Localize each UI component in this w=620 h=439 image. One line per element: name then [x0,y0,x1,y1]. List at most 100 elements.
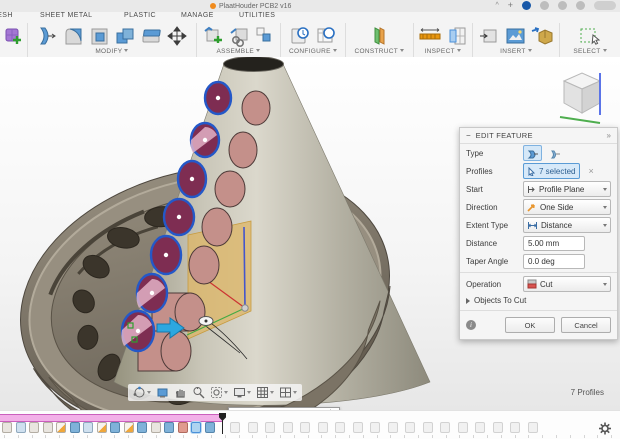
extension-icon[interactable] [558,1,567,10]
timeline-feature-icon[interactable] [110,422,120,433]
fit-button[interactable] [209,385,229,400]
timeline-feature-icon-suppressed[interactable] [510,422,520,433]
timeline-feature-icon-suppressed[interactable] [370,422,380,433]
construct-menu[interactable]: CONSTRUCT [354,48,404,56]
look-at-button[interactable] [155,385,170,400]
timeline-feature-icon[interactable] [83,422,93,433]
timeline-feature-icon[interactable] [56,422,66,433]
document-tab[interactable]: PlaatHouder PCB2 v16 [210,0,291,12]
timeline-feature-icon[interactable] [97,422,107,433]
timeline-feature-icon-suppressed[interactable] [528,422,538,433]
shell-icon[interactable] [88,25,110,47]
timeline-feature-icon-suppressed[interactable] [458,422,468,433]
extrude-solid-icon[interactable] [523,145,542,161]
select-menu[interactable]: SELECT [573,48,606,56]
timeline-feature-icon-suppressed[interactable] [300,422,310,433]
configure-menu[interactable]: CONFIGURE [289,48,337,56]
timeline-feature-icon-suppressed[interactable] [248,422,258,433]
insert-menu[interactable]: INSERT [500,48,532,56]
row-objects-to-cut[interactable]: Objects To Cut [460,293,617,308]
timeline-settings-gear-icon[interactable] [598,422,612,435]
clear-selection-icon[interactable]: × [588,166,593,176]
tab-utilities[interactable]: UTILITIES [239,12,275,19]
assemble-menu[interactable]: ASSEMBLE [217,48,260,56]
joint-icon[interactable] [229,25,251,47]
timeline-progress-bar[interactable] [0,414,223,422]
timeline-feature-icon[interactable] [137,422,147,433]
split-body-icon[interactable] [140,25,162,47]
timeline-feature-icon[interactable] [70,422,80,433]
avatar[interactable] [594,1,616,10]
decal-icon[interactable] [530,25,554,47]
display-settings-button[interactable] [232,385,252,400]
extrude-thin-icon[interactable] [545,145,564,161]
timeline-feature-icon-suppressed[interactable] [283,422,293,433]
timeline-feature-icon[interactable] [151,422,161,433]
timeline-feature-icon[interactable] [178,422,188,433]
timeline-feature-icon[interactable] [16,422,26,433]
construct-plane-icon[interactable] [368,25,390,47]
sketch-point-marker[interactable] [199,317,213,326]
expand-icon[interactable]: » [607,131,611,140]
timeline-feature-icon[interactable] [164,422,174,433]
timeline-feature-icon[interactable] [29,422,39,433]
create-mesh-icon[interactable] [4,26,24,46]
press-pull-icon[interactable] [36,25,58,47]
viewports-button[interactable] [278,385,298,400]
distance-field[interactable]: 5.00 mm [523,236,585,251]
operation-dropdown[interactable]: Cut [523,276,611,292]
tab-manage[interactable]: MANAGE [181,12,214,19]
timeline-feature-icon[interactable] [43,422,53,433]
timeline-feature-icon-suppressed[interactable] [265,422,275,433]
profile-icon[interactable] [540,1,549,10]
taper-angle-field[interactable]: 0.0 deg [523,254,585,269]
combine-icon[interactable] [114,25,136,47]
info-icon[interactable]: i [466,320,476,330]
timeline-feature-icon-suppressed[interactable] [475,422,485,433]
timeline-feature-icon-suppressed[interactable] [230,422,240,433]
cancel-button[interactable]: Cancel [561,317,611,333]
zoom-button[interactable] [191,385,206,400]
new-component-icon[interactable] [203,25,225,47]
timeline-feature-icon-suppressed[interactable] [423,422,433,433]
measure-icon[interactable] [418,25,442,47]
collapse-icon[interactable]: − [466,131,471,140]
grid-snaps-button[interactable] [255,385,275,400]
select-icon[interactable] [578,25,602,47]
fillet-icon[interactable] [62,25,84,47]
timeline-feature-icon[interactable] [124,422,134,433]
timeline-feature-icon[interactable] [191,422,201,433]
profiles-selected-chip[interactable]: 7 selected [523,163,580,179]
timeline-feature-icon-suppressed[interactable] [335,422,345,433]
tab-mesh[interactable]: MESH [0,12,13,19]
direction-dropdown[interactable]: One Side [523,199,611,215]
ok-button[interactable]: OK [505,317,555,333]
configuration-icon[interactable] [289,25,311,47]
start-dropdown[interactable]: Profile Plane [523,181,611,197]
help-icon[interactable] [576,1,585,10]
expand-right-icon[interactable] [466,298,470,304]
add-tab-icon[interactable]: + [508,1,513,10]
inspect-menu[interactable]: INSPECT [425,48,461,56]
insert-derive-icon[interactable] [478,25,500,47]
orbit-button[interactable] [132,385,152,400]
notification-badge-icon[interactable] [522,1,531,10]
timeline-feature-icon-suppressed[interactable] [405,422,415,433]
chevron-up-icon[interactable]: ^ [495,1,498,10]
move-copy-icon[interactable] [166,25,188,47]
timeline-feature-icon[interactable] [2,422,12,433]
section-analysis-icon[interactable] [446,25,468,47]
dialog-header[interactable]: − EDIT FEATURE » [460,128,617,144]
tab-sheet-metal[interactable]: SHEET METAL [40,12,92,19]
pan-button[interactable] [173,385,188,400]
canvas-image-icon[interactable] [504,25,526,47]
tab-plastic[interactable]: PLASTIC [124,12,156,19]
timeline-feature-icon-suppressed[interactable] [388,422,398,433]
timeline-feature-icon[interactable] [205,422,215,433]
align-icon[interactable] [255,25,273,47]
configuration-table-icon[interactable] [315,25,337,47]
timeline-feature-icon-suppressed[interactable] [318,422,328,433]
timeline-feature-icon-suppressed[interactable] [440,422,450,433]
extent-type-dropdown[interactable]: Distance [523,217,611,233]
timeline-feature-icon-suppressed[interactable] [493,422,503,433]
